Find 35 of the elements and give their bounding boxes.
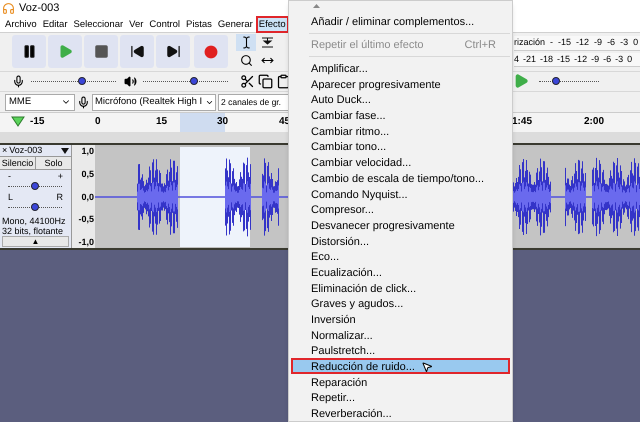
window-title: Voz-003 (19, 0, 60, 16)
meter-label: rización (514, 36, 546, 50)
meter-tick-label: - (550, 36, 554, 50)
meter-tick-label: -3 (620, 36, 628, 50)
meter-tick-label: -21 (523, 52, 536, 66)
scale-label: 1,0 (81, 146, 94, 156)
meter-tick-label: -12 (574, 52, 588, 66)
meter-tick-label: 4 (514, 52, 520, 66)
meter-tick-label: -9 (591, 52, 600, 66)
meter-tick-label: 0 (627, 52, 632, 66)
scale-label: -1,0 (78, 237, 94, 247)
meter-tick-label: -12 (576, 36, 590, 50)
ruler-time-label: 1:45 (512, 115, 532, 129)
meter-tick-label: -15 (557, 52, 570, 66)
meter-tick-label: -15 (558, 36, 572, 50)
meter-tick-label: -6 (607, 36, 616, 50)
scale-label: 0,5 (81, 168, 94, 179)
meter-tick-label: -9 (594, 36, 602, 50)
ruler-time-label: -15 (30, 115, 44, 129)
gain-plus-label: + (58, 172, 63, 181)
meter-tick-label: -6 (603, 52, 612, 66)
meter-tick-label: -3 (615, 52, 624, 66)
track-bits-text: 32 bits, flotante (1, 226, 64, 236)
scale-label: 0,0 (81, 192, 94, 202)
gain-minus-label: - (8, 172, 11, 181)
ruler-time-label: 0 (95, 115, 101, 129)
meter-tick-label: -18 (540, 52, 554, 66)
pan-right-label: R (56, 193, 63, 202)
ruler-time-label: 2:00 (584, 115, 604, 129)
meter-tick-label: 0 (633, 36, 638, 50)
scale-label: -0,5 (78, 214, 94, 224)
track-format-text: Mono, 44100Hz (1, 216, 67, 226)
pan-left-label: L (8, 193, 14, 202)
ruler-time-label: 30 (217, 115, 228, 129)
ruler-time-label: 15 (156, 115, 168, 129)
